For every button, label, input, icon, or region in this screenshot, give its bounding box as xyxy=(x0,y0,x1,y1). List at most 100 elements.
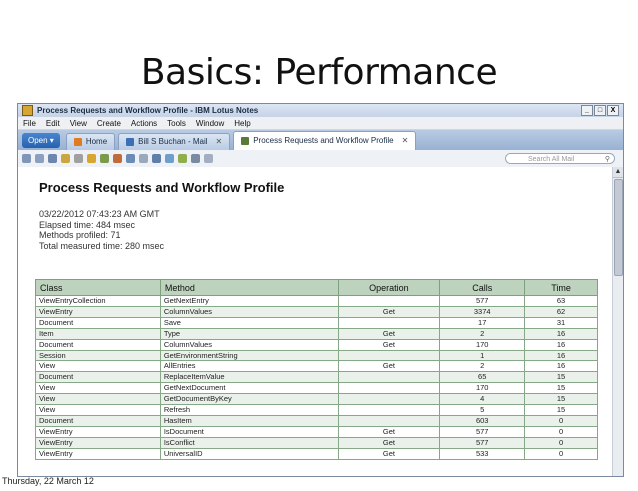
cell-operation: Get xyxy=(337,327,441,340)
cell-calls: 2 xyxy=(439,327,526,340)
minimize-button[interactable]: _ xyxy=(581,105,593,116)
slide-footer: Thursday, 22 March 12 xyxy=(2,476,94,486)
cell-time: 15 xyxy=(524,371,598,384)
mail-check-icon[interactable] xyxy=(48,154,57,163)
meta-elapsed: Elapsed time: 484 msec xyxy=(39,219,136,230)
maximize-button[interactable]: □ xyxy=(594,105,606,116)
cell-time: 16 xyxy=(524,338,598,351)
edit-icon[interactable] xyxy=(100,154,109,163)
profile-meta: 03/22/2012 07:43:23 AM GMT Elapsed time:… xyxy=(39,209,164,251)
scroll-up-icon[interactable]: ▲ xyxy=(613,167,623,178)
cell-time: 62 xyxy=(524,305,598,318)
menu-tools[interactable]: Tools xyxy=(167,119,186,128)
table-row: View GetDocumentByKey 4 15 xyxy=(35,393,598,406)
close-button[interactable]: X xyxy=(607,105,619,116)
arrow-icon[interactable] xyxy=(139,154,148,163)
cell-calls: 603 xyxy=(439,414,526,427)
layout-icon[interactable] xyxy=(22,154,31,163)
menu-view[interactable]: View xyxy=(70,119,87,128)
cell-operation xyxy=(337,295,441,307)
tasks-icon[interactable] xyxy=(178,154,187,163)
meta-total: Total measured time: 280 msec xyxy=(39,240,165,251)
cell-time: 16 xyxy=(524,349,598,362)
vertical-scrollbar[interactable]: ▲ xyxy=(612,167,623,476)
cell-class: Document xyxy=(35,316,161,329)
bookmark-icon[interactable] xyxy=(87,154,96,163)
cell-time: 0 xyxy=(524,447,598,460)
cell-operation: Get xyxy=(337,425,441,438)
print-icon[interactable] xyxy=(126,154,135,163)
header-class: Class xyxy=(35,279,161,296)
meta-timestamp: 03/22/2012 07:43:23 AM GMT xyxy=(39,209,160,219)
close-tab-icon[interactable]: ✕ xyxy=(402,133,409,149)
tab-home-label: Home xyxy=(85,137,108,146)
cell-operation: Get xyxy=(337,436,441,449)
cell-time: 63 xyxy=(524,295,598,307)
window-title: Process Requests and Workflow Profile - … xyxy=(37,106,259,115)
cell-method: Refresh xyxy=(159,404,339,416)
cell-class: ViewEntry xyxy=(35,447,161,460)
cell-method: Type xyxy=(159,327,339,340)
tab-mail-label: Bill S Buchan - Mail xyxy=(138,137,208,146)
tab-mail[interactable]: Bill S Buchan - Mail ✕ xyxy=(118,133,231,150)
replicate-icon[interactable] xyxy=(204,154,213,163)
cell-calls: 577 xyxy=(439,425,526,438)
header-time: Time xyxy=(524,279,598,296)
preview-icon[interactable] xyxy=(35,154,44,163)
cell-method: GetEnvironmentString xyxy=(159,349,339,362)
help-icon[interactable] xyxy=(61,154,70,163)
cell-time: 0 xyxy=(524,414,598,427)
cell-class: View xyxy=(35,360,161,373)
profile-table: Class Method Operation Calls Time ViewEn… xyxy=(35,279,598,460)
cell-calls: 533 xyxy=(439,447,526,460)
cell-class: ViewEntryCollection xyxy=(35,295,161,307)
cell-class: ViewEntry xyxy=(35,436,161,449)
close-tab-icon[interactable]: ✕ xyxy=(216,134,223,150)
refresh-icon[interactable] xyxy=(191,154,200,163)
cell-method: Save xyxy=(159,316,339,329)
menu-help[interactable]: Help xyxy=(234,119,250,128)
cell-time: 15 xyxy=(524,404,598,416)
cell-method: AllEntries xyxy=(159,360,339,373)
menu-window[interactable]: Window xyxy=(196,119,224,128)
tab-home[interactable]: Home xyxy=(65,133,116,150)
cell-class: ViewEntry xyxy=(35,425,161,438)
format-icon[interactable] xyxy=(113,154,122,163)
calendar-icon[interactable] xyxy=(165,154,174,163)
cell-operation: Get xyxy=(337,338,441,351)
search-input[interactable]: Search All Mail ⚲ xyxy=(505,153,615,164)
table-row: ViewEntryCollection GetNextEntry 577 63 xyxy=(35,295,598,307)
cell-operation xyxy=(337,382,441,395)
open-button[interactable]: Open ▾ xyxy=(22,133,60,148)
cell-method: GetDocumentByKey xyxy=(159,393,339,406)
table-row: Document Save 17 31 xyxy=(35,316,598,329)
people-icon[interactable] xyxy=(152,154,161,163)
cell-operation: Get xyxy=(337,305,441,318)
table-row: Document ColumnValues Get 170 16 xyxy=(35,338,598,351)
window-controls: _ □ X xyxy=(581,105,619,116)
table-row: ViewEntry UniversalID Get 533 0 xyxy=(35,447,598,460)
tab-profile[interactable]: Process Requests and Workflow Profile ✕ xyxy=(233,131,417,150)
back-icon[interactable] xyxy=(74,154,83,163)
cell-calls: 170 xyxy=(439,338,526,351)
tab-profile-label: Process Requests and Workflow Profile xyxy=(253,136,394,145)
toolbar: Search All Mail ⚲ xyxy=(18,150,623,168)
menu-edit[interactable]: Edit xyxy=(46,119,60,128)
menu-create[interactable]: Create xyxy=(97,119,121,128)
header-calls: Calls xyxy=(439,279,526,296)
cell-method: IsDocument xyxy=(159,425,339,438)
table-row: View GetNextDocument 170 15 xyxy=(35,382,598,395)
cell-class: ViewEntry xyxy=(35,305,161,318)
search-icon[interactable]: ⚲ xyxy=(605,154,610,165)
window-titlebar: Process Requests and Workflow Profile - … xyxy=(18,104,623,117)
table-row: Document ReplaceItemValue 65 15 xyxy=(35,371,598,384)
cell-time: 31 xyxy=(524,316,598,329)
cell-calls: 577 xyxy=(439,436,526,449)
scroll-thumb[interactable] xyxy=(614,179,623,276)
cell-operation xyxy=(337,393,441,406)
cell-operation xyxy=(337,316,441,329)
menu-file[interactable]: File xyxy=(23,119,36,128)
cell-calls: 17 xyxy=(439,316,526,329)
menu-actions[interactable]: Actions xyxy=(131,119,157,128)
cell-calls: 65 xyxy=(439,371,526,384)
